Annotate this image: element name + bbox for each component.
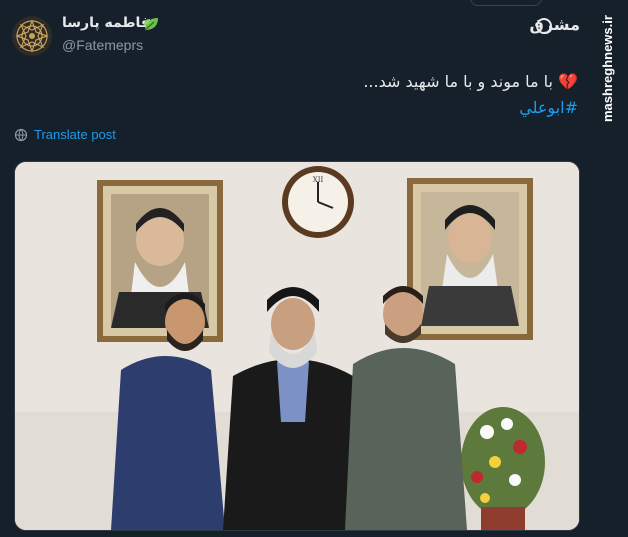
wall-clock: XII	[282, 166, 354, 238]
translate-label: Translate post	[34, 127, 116, 142]
globe-icon	[14, 128, 28, 141]
source-logo-text: مشرق	[529, 15, 580, 34]
previous-item-button[interactable]	[470, 0, 542, 6]
tweet-text: 💔 با ما موند و با ما شهید شد...	[138, 70, 578, 94]
tweet-text-body: با ما موند و با ما شهید شد...	[363, 72, 553, 91]
hashtag-link[interactable]: #ابوعلي	[519, 96, 578, 120]
broken-heart-emoji: 💔	[558, 72, 578, 91]
leaf-icon	[144, 18, 158, 31]
tweet-card: فاطمه پارسا @Fatemeprs مشرق 💔 با ما موند…	[0, 0, 596, 537]
avatar-ornament-icon	[13, 17, 51, 55]
photo-illustration: XII	[15, 162, 579, 530]
post-photo[interactable]: XII	[14, 161, 580, 531]
display-name[interactable]: فاطمه پارسا	[62, 15, 150, 31]
user-handle[interactable]: @Fatemeprs	[62, 37, 143, 53]
watermark-text: mashreghnews.ir	[600, 15, 615, 122]
watermark-strip: mashreghnews.ir	[596, 0, 628, 537]
right-portrait-frame	[407, 178, 533, 340]
mashregh-logo-icon: مشرق	[530, 15, 580, 37]
avatar[interactable]	[12, 16, 52, 56]
svg-text:XII: XII	[313, 176, 324, 184]
translate-post-link[interactable]: Translate post	[14, 127, 116, 142]
